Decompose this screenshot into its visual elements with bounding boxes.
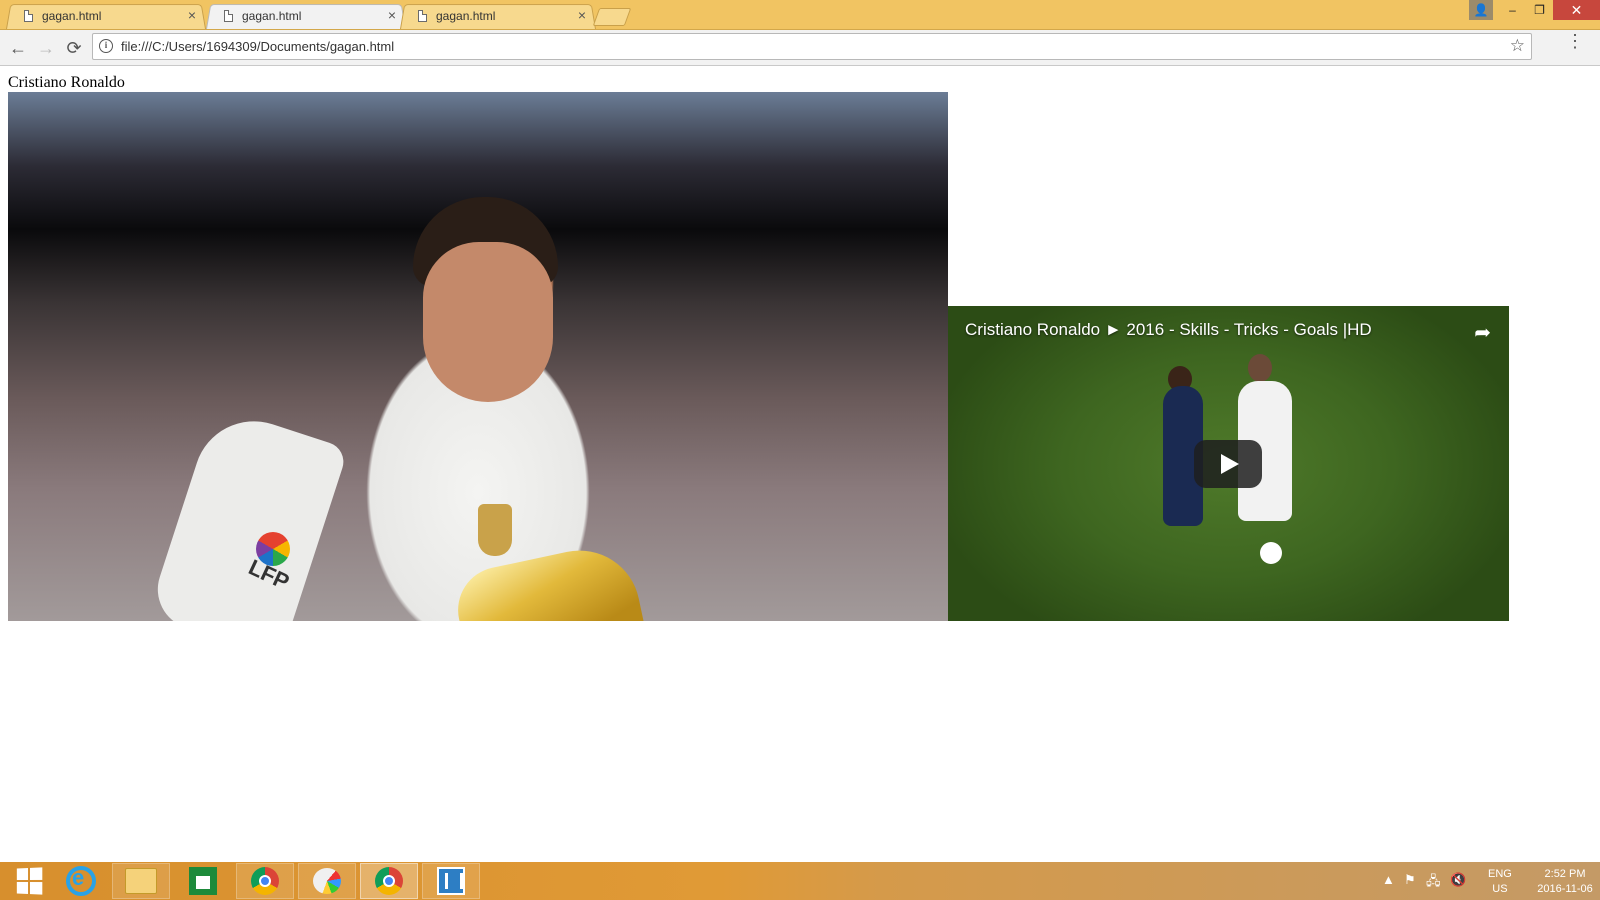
- tab-close-icon[interactable]: ×: [578, 7, 586, 23]
- tab-close-icon[interactable]: ×: [188, 7, 196, 23]
- taskbar-chrome-2[interactable]: [360, 863, 418, 899]
- minimize-button[interactable]: –: [1499, 0, 1526, 20]
- network-icon[interactable]: 🖧: [1426, 872, 1441, 894]
- taskbar-chrome-1[interactable]: [236, 863, 294, 899]
- clock[interactable]: 2:52 PM 2016-11-06: [1534, 867, 1596, 897]
- soccer-ball: [1260, 542, 1282, 564]
- reload-icon[interactable]: ⟳: [62, 36, 86, 60]
- lfp-logo: LFP: [244, 532, 304, 595]
- page-icon: [418, 10, 427, 22]
- ronaldo-photo: LFP: [8, 92, 948, 621]
- info-icon[interactable]: i: [99, 39, 113, 53]
- taskbar-file-explorer[interactable]: [112, 863, 170, 899]
- folder-icon: [125, 868, 157, 894]
- show-hidden-icons-chevron-icon[interactable]: ▲: [1382, 872, 1395, 887]
- url-text[interactable]: file:///C:/Users/1694309/Documents/gagan…: [121, 39, 394, 54]
- windows-taskbar: ▲ ⚑ 🖧 🔇 ENG US 2:52 PM 2016-11-06: [0, 862, 1600, 900]
- taskbar-internet-explorer[interactable]: [52, 863, 110, 899]
- address-bar[interactable]: i file:///C:/Users/1694309/Documents/gag…: [92, 33, 1532, 60]
- page-icon: [24, 10, 33, 22]
- volume-muted-icon[interactable]: 🔇: [1450, 872, 1466, 888]
- back-arrow-icon[interactable]: ←: [6, 36, 30, 60]
- close-window-button[interactable]: ✕: [1553, 0, 1600, 20]
- start-button[interactable]: [0, 863, 58, 899]
- input-language[interactable]: ENG US: [1488, 867, 1512, 897]
- forward-arrow-icon[interactable]: →: [34, 36, 58, 60]
- chrome-icon: [251, 867, 279, 895]
- bookmark-star-icon[interactable]: ☆: [1510, 36, 1525, 56]
- title-bar: gagan.html × gagan.html × gagan.html × 👤…: [0, 0, 1600, 30]
- action-center-flag-icon[interactable]: ⚑: [1404, 872, 1416, 888]
- page-heading: Cristiano Ronaldo: [8, 74, 125, 91]
- taskbar-paint[interactable]: [298, 863, 356, 899]
- brackets-icon: [437, 867, 465, 895]
- restore-button[interactable]: ❐: [1526, 0, 1553, 20]
- share-icon[interactable]: ➦: [1474, 320, 1491, 345]
- play-button[interactable]: [1194, 440, 1262, 488]
- chrome-icon: [375, 867, 403, 895]
- fifa-badge-icon: [478, 504, 512, 556]
- menu-kebab-icon[interactable]: ⋮: [1566, 32, 1584, 50]
- tab-close-icon[interactable]: ×: [388, 7, 396, 23]
- new-tab-button[interactable]: [592, 8, 632, 26]
- taskbar-store[interactable]: [174, 863, 232, 899]
- user-profile-icon[interactable]: 👤: [1469, 0, 1493, 20]
- tab-1[interactable]: gagan.html ×: [6, 3, 206, 30]
- window-controls: 👤 – ❐ ✕: [1469, 0, 1600, 20]
- tab-label: gagan.html: [42, 9, 102, 23]
- video-title[interactable]: Cristiano Ronaldo ► 2016 - Skills - Tric…: [965, 320, 1372, 340]
- tab-3[interactable]: gagan.html ×: [400, 3, 596, 30]
- store-icon: [189, 867, 217, 895]
- tab-label: gagan.html: [242, 9, 302, 23]
- page-icon: [224, 10, 233, 22]
- paint-icon: [313, 868, 341, 894]
- tab-label: gagan.html: [436, 9, 496, 23]
- browser-toolbar: ← → ⟳ i file:///C:/Users/1694309/Documen…: [0, 30, 1600, 66]
- tab-2-active[interactable]: gagan.html ×: [206, 3, 406, 30]
- windows-logo-icon: [16, 867, 43, 895]
- golden-boot-trophy: [450, 539, 646, 621]
- taskbar-brackets[interactable]: [422, 863, 480, 899]
- youtube-embed[interactable]: Cristiano Ronaldo ► 2016 - Skills - Tric…: [948, 306, 1509, 621]
- internet-explorer-icon: [66, 865, 96, 896]
